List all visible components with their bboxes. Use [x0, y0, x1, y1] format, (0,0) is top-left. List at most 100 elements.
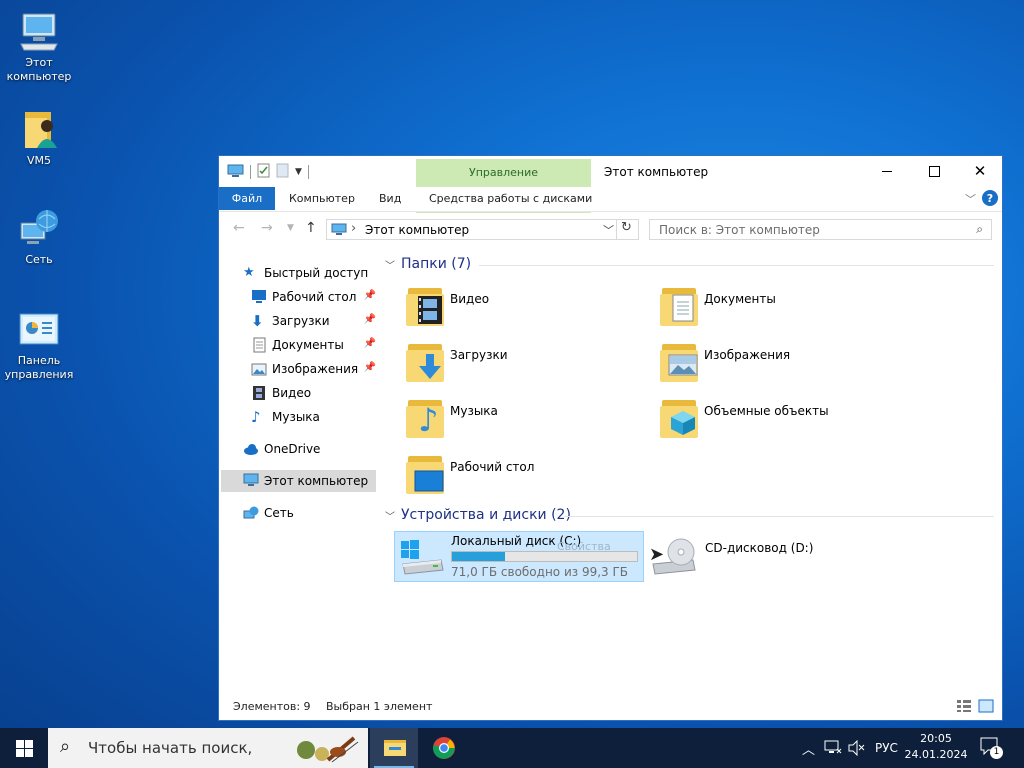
back-arrow-icon[interactable]: ←: [233, 220, 245, 236]
tab-view[interactable]: Вид: [379, 192, 401, 205]
selection-count: Выбран 1 элемент: [326, 700, 433, 713]
drive-c-item[interactable]: Локальный диск (C:) Свойства 71,0 ГБ сво…: [394, 531, 644, 582]
taskbar-search-input[interactable]: Чтобы начать поиск,: [88, 739, 252, 757]
notifications-button[interactable]: 1: [980, 737, 1004, 759]
quick-access-toolbar: ▼: [227, 163, 309, 181]
nav-network[interactable]: Сеть: [243, 502, 376, 524]
desktop-folder-icon: [404, 452, 448, 496]
nav-onedrive[interactable]: OneDrive: [243, 438, 376, 460]
collapse-chevron-icon: ﹀: [385, 511, 395, 523]
explorer-window: ▼ Управление Этот компьютер ✕ Файл Компь…: [218, 155, 1003, 721]
pictures-folder-icon: [658, 340, 702, 384]
drive-usage-fill: [452, 552, 505, 561]
clock[interactable]: 20:05 24.01.2024: [900, 731, 972, 763]
notification-badge: 1: [990, 746, 1003, 759]
language-indicator[interactable]: РУС: [875, 728, 898, 768]
taskbar-chrome[interactable]: [420, 728, 468, 768]
help-button[interactable]: ?: [982, 190, 998, 206]
folder-item-documents[interactable]: Документы: [658, 284, 888, 334]
devices-section-header[interactable]: ﹀ Устройства и диски (2): [385, 507, 571, 523]
folder-label: Объемные объекты: [704, 404, 829, 418]
desktop-icon-control-panel[interactable]: Панель управления: [2, 308, 76, 382]
start-button[interactable]: [0, 728, 48, 768]
address-bar[interactable]: › Этот компьютер ﹀ ↻: [326, 219, 639, 240]
documents-folder-icon: [658, 284, 702, 328]
ribbon-tabs: Файл Компьютер Вид Средства работы с дис…: [219, 187, 1002, 212]
cloud-icon: [243, 441, 259, 457]
address-dropdown-icon[interactable]: ﹀: [603, 222, 614, 238]
windows-logo-icon: [15, 739, 33, 757]
nav-label: Видео: [272, 386, 312, 400]
customize-qat-icon[interactable]: ▼: [295, 167, 302, 177]
taskbar-search-box[interactable]: ⌕ Чтобы начать поиск,: [48, 728, 368, 768]
tab-disk-tools[interactable]: Средства работы с дисками: [429, 192, 593, 205]
nav-pictures[interactable]: Изображения 📌: [251, 358, 376, 380]
up-arrow-icon[interactable]: ↑: [305, 220, 317, 236]
taskbar-file-explorer[interactable]: [370, 728, 418, 768]
close-button[interactable]: ✕: [957, 156, 1003, 186]
minimize-button[interactable]: [864, 156, 910, 186]
folder-label: Музыка: [450, 404, 498, 418]
forward-arrow-icon[interactable]: →: [261, 220, 273, 236]
folder-item-videos[interactable]: Видео: [404, 284, 634, 334]
desktop-icon-vm5[interactable]: VM5: [2, 108, 76, 168]
nav-quick-access[interactable]: ★ Быстрый доступ: [243, 262, 400, 284]
nav-desktop[interactable]: Рабочий стол 📌: [251, 286, 376, 308]
desktop-icon-network[interactable]: Сеть: [2, 207, 76, 267]
3d-objects-folder-icon: [658, 396, 702, 440]
section-divider: [564, 516, 994, 517]
search-icon: ⌕: [976, 222, 983, 236]
nav-label: Этот компьютер: [264, 474, 369, 488]
recent-locations-icon[interactable]: ▼: [287, 223, 294, 233]
pin-icon: 📌: [363, 314, 376, 325]
show-hidden-icons-button[interactable]: ︿: [802, 728, 815, 768]
folder-item-desktop[interactable]: Рабочий стол: [404, 452, 634, 502]
nav-music[interactable]: ♪ Музыка: [251, 406, 376, 428]
properties-icon[interactable]: [257, 163, 270, 181]
details-view-icon[interactable]: [956, 699, 972, 716]
music-folder-icon: ♪: [404, 396, 448, 440]
folder-item-downloads[interactable]: Загрузки: [404, 340, 634, 390]
status-bar: Элементов: 9 Выбран 1 элемент: [219, 694, 1002, 720]
address-text: Этот компьютер: [365, 223, 470, 237]
folder-item-music[interactable]: ♪ Музыка: [404, 396, 634, 446]
nav-label: Музыка: [272, 410, 320, 424]
folder-label: Видео: [450, 292, 490, 306]
volume-muted-icon[interactable]: [848, 728, 866, 768]
nav-videos[interactable]: Видео: [251, 382, 376, 404]
windows-drive-icon: [399, 538, 445, 579]
folders-section-header[interactable]: ﹀ Папки (7): [385, 256, 471, 272]
title-bar[interactable]: ▼ Управление Этот компьютер ✕: [219, 156, 1003, 213]
section-title: Устройства и диски (2): [401, 507, 571, 523]
folder-item-3d-objects[interactable]: Объемные объекты: [658, 396, 888, 446]
tab-computer[interactable]: Компьютер: [289, 192, 355, 205]
pin-icon: 📌: [363, 338, 376, 349]
search-input[interactable]: Поиск в: Этот компьютер: [659, 223, 820, 237]
desktop-icon-this-pc[interactable]: Этот компьютер: [2, 10, 76, 84]
new-folder-icon[interactable]: [276, 163, 289, 181]
downloads-folder-icon: [404, 340, 448, 384]
manage-tab-label[interactable]: Управление: [416, 166, 591, 179]
nav-documents[interactable]: Документы 📌: [251, 334, 376, 356]
nav-this-pc[interactable]: Этот компьютер: [221, 470, 376, 492]
network-tray-icon[interactable]: [824, 728, 842, 768]
network-icon: [17, 207, 61, 251]
network-icon: [243, 505, 259, 521]
maximize-button[interactable]: [911, 156, 957, 186]
star-icon: ★: [243, 265, 255, 280]
navigation-pane: ★ Быстрый доступ Рабочий стол 📌 ⬇ Загруз…: [219, 256, 379, 596]
breadcrumb-chevron-icon[interactable]: ›: [351, 221, 356, 236]
refresh-icon[interactable]: ↻: [616, 220, 636, 239]
nav-downloads[interactable]: ⬇ Загрузки 📌: [251, 310, 376, 332]
section-title: Папки (7): [401, 256, 472, 272]
videos-folder-icon: [404, 284, 448, 328]
search-box[interactable]: Поиск в: Этот компьютер ⌕: [649, 219, 992, 240]
ribbon-expand-icon[interactable]: ﹀: [965, 191, 976, 207]
drive-d-item[interactable]: ➤ CD-дисковод (D:): [649, 536, 869, 581]
desktop-icon-label: VM5: [26, 154, 51, 167]
folder-label: Загрузки: [450, 348, 508, 362]
folder-item-pictures[interactable]: Изображения: [658, 340, 888, 390]
tab-file[interactable]: Файл: [219, 187, 275, 210]
large-icons-view-icon[interactable]: [978, 699, 994, 716]
nav-label: Документы: [272, 338, 344, 352]
